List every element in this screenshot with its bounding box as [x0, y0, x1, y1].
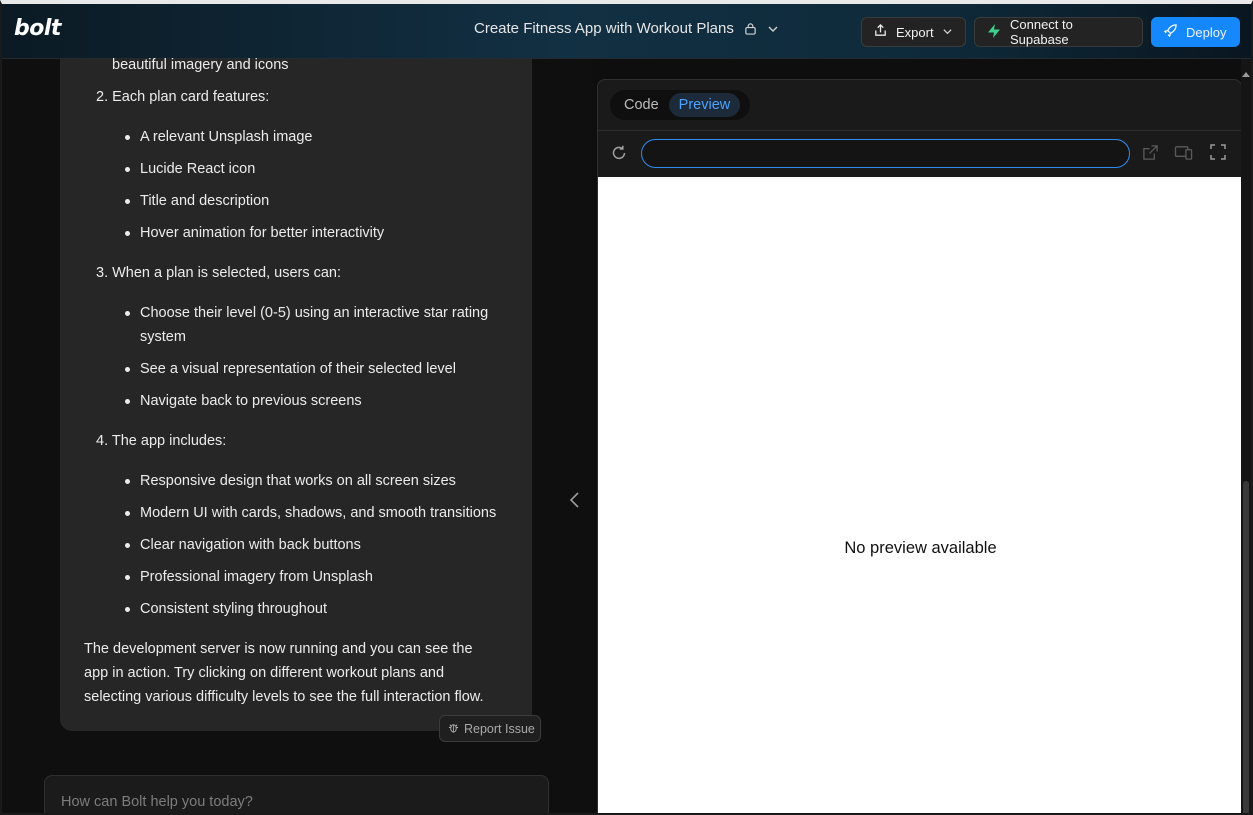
- open-external-icon[interactable]: [1142, 144, 1159, 166]
- top-bar: bolt Create Fitness App with Workout Pla…: [2, 4, 1251, 59]
- chat-input-box[interactable]: [44, 775, 549, 813]
- closing-paragraph-line: app in action. Try clicking on different…: [84, 665, 445, 681]
- deploy-label: Deploy: [1186, 24, 1227, 40]
- export-button[interactable]: Export: [861, 17, 966, 47]
- list-item-continuation: system: [140, 329, 186, 345]
- preview-panel: Code Preview No preview available: [597, 79, 1242, 813]
- view-tabs: Code Preview: [610, 90, 750, 120]
- share-icon: [873, 23, 888, 41]
- list-item: Clear navigation with back buttons: [125, 533, 361, 557]
- list-item: A relevant Unsplash image: [125, 125, 313, 149]
- closing-paragraph-line: The development server is now running an…: [84, 641, 473, 657]
- chat-input[interactable]: [61, 794, 521, 810]
- tab-preview[interactable]: Preview: [668, 93, 741, 117]
- list-item: Modern UI with cards, shadows, and smoot…: [124, 501, 496, 525]
- page-scrollbar-thumb[interactable]: [1243, 481, 1249, 813]
- supabase-label: Connect to Supabase: [1010, 17, 1073, 47]
- deploy-button[interactable]: Deploy: [1151, 17, 1240, 47]
- project-title-area[interactable]: Create Fitness App with Workout Plans: [474, 20, 779, 37]
- device-toggle-icon[interactable]: [1174, 144, 1194, 166]
- empty-preview-message: No preview available: [844, 539, 997, 557]
- list-item: Hover animation for better interactivity: [124, 221, 384, 245]
- app-window: bolt Create Fitness App with Workout Pla…: [0, 0, 1253, 815]
- preview-viewport: No preview available: [598, 177, 1241, 813]
- report-issue-label: Report Issue: [464, 721, 535, 736]
- chevron-down-icon: [942, 25, 953, 40]
- message-line: beautiful imagery and icons: [112, 57, 289, 73]
- list-item: Choose their level (0-5) using an intera…: [124, 301, 488, 325]
- list-item: Title and description: [124, 189, 269, 213]
- report-issue-button[interactable]: Report Issue: [439, 715, 541, 742]
- divider: [598, 130, 1241, 131]
- list-heading: 3. When a plan is selected, users can:: [96, 265, 342, 281]
- assistant-message: beautiful imagery and icons 2. Each plan…: [60, 57, 532, 731]
- bolt-logo[interactable]: bolt: [14, 16, 61, 41]
- rocket-icon: [1163, 23, 1178, 41]
- connect-supabase-button[interactable]: Connect to Supabase: [974, 17, 1143, 47]
- list-item: Lucide React icon: [124, 157, 255, 181]
- list-item: Professional imagery from Unsplash: [125, 565, 373, 589]
- list-item: Consistent styling throughout: [125, 597, 327, 621]
- preview-url-bar[interactable]: [641, 139, 1130, 168]
- list-item: Navigate back to previous screens: [125, 389, 362, 413]
- export-label: Export: [896, 24, 934, 40]
- list-heading: 4. The app includes:: [96, 433, 227, 449]
- list-item: Responsive design that works on all scre…: [125, 469, 456, 493]
- scroll-up-arrow-icon[interactable]: [1242, 64, 1250, 82]
- lock-icon: [744, 22, 757, 35]
- closing-paragraph-line: selecting various difficulty levels to s…: [84, 689, 484, 705]
- supabase-icon: [986, 23, 1002, 42]
- chevron-down-icon[interactable]: [767, 23, 779, 35]
- preview-url-input[interactable]: [642, 140, 1129, 167]
- list-item: See a visual representation of their sel…: [125, 357, 456, 381]
- reload-icon[interactable]: [610, 144, 628, 167]
- list-heading: 2. Each plan card features:: [96, 89, 270, 105]
- project-title[interactable]: Create Fitness App with Workout Plans: [474, 20, 734, 37]
- fullscreen-icon[interactable]: [1210, 144, 1226, 165]
- tab-code[interactable]: Code: [614, 93, 669, 117]
- collapse-panel-chevron-left-icon[interactable]: [568, 490, 582, 515]
- bug-icon: [448, 722, 459, 736]
